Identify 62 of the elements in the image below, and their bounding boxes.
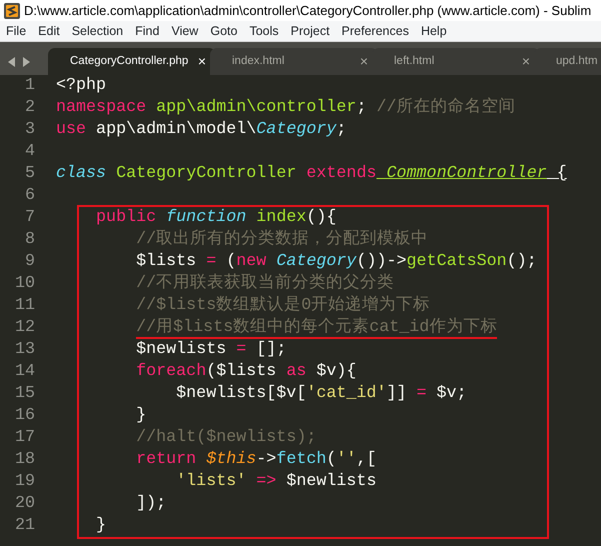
line-number: 1 <box>24 75 35 97</box>
menu-item[interactable]: Edit <box>32 22 66 40</box>
code-line: ]); <box>135 493 168 515</box>
line-number: 17 <box>14 427 35 449</box>
line-number: 11 <box>14 295 35 317</box>
code-line: //halt($newlists); <box>135 427 318 449</box>
line-number: 9 <box>24 251 35 273</box>
line-number: 18 <box>14 449 35 471</box>
code-line: <?php <box>56 75 108 97</box>
menu-item[interactable]: Help <box>414 22 453 40</box>
code-line: $newlists[$v['cat_id']] = $v; <box>175 383 468 405</box>
menu-item[interactable]: Find <box>129 22 166 40</box>
code-line: //取出所有的分类数据，分配到模板中 <box>135 229 430 251</box>
right-arrow-icon[interactable] <box>23 57 30 67</box>
menu-item[interactable]: Preferences <box>336 22 415 40</box>
app-icon <box>4 2 20 18</box>
code-line: //不用联表获取当前分类的父分类 <box>135 273 396 295</box>
left-arrow-icon[interactable] <box>8 57 15 67</box>
line-number: 7 <box>24 207 35 229</box>
line-number: 16 <box>14 405 35 427</box>
tab-label: index.html <box>232 54 284 69</box>
code-line: //用$lists数组中的每个元素cat_id作为下标 <box>135 317 498 339</box>
window-title: D:\www.article.com\application\admin\controller\CategoryController.php (www.article.com) - Sublim <box>24 2 592 20</box>
code-line: } <box>135 405 148 427</box>
line-number: 13 <box>14 339 35 361</box>
tab-label: left.html <box>394 54 434 69</box>
tab-label: upd.htm <box>556 54 598 69</box>
code-line: use app\admin\model\Category; <box>56 119 348 141</box>
line-number: 4 <box>24 141 35 163</box>
code-line: } <box>95 515 108 537</box>
code-line: $lists = (new Category())->getCatsSon(); <box>135 251 538 273</box>
code-line: $newlists = []; <box>135 339 288 361</box>
menu-item[interactable]: Project <box>284 22 336 40</box>
line-number: 6 <box>24 185 35 207</box>
code-line: namespace app\admin\controller; //所在的命名空间 <box>56 97 516 119</box>
close-icon[interactable]: × <box>360 51 368 72</box>
line-number: 10 <box>14 273 35 295</box>
tab[interactable]: upd.htm <box>534 48 601 75</box>
code-line: foreach($lists as $v){ <box>135 361 358 383</box>
code-line: return $this->fetch('',[ <box>135 449 378 471</box>
line-number: 19 <box>14 471 35 493</box>
menu-item[interactable]: File <box>0 22 32 40</box>
code-line: //$lists数组默认是0开始递增为下标 <box>135 295 432 317</box>
line-number: 2 <box>24 97 35 119</box>
line-number: 12 <box>14 317 35 339</box>
line-number: 8 <box>24 229 35 251</box>
tab-label: CategoryController.php <box>70 54 188 69</box>
line-number: 15 <box>14 383 35 405</box>
menu-item[interactable]: Goto <box>204 22 244 40</box>
menu-item[interactable]: Tools <box>243 22 285 40</box>
close-icon[interactable]: × <box>198 51 206 72</box>
menu-item[interactable]: View <box>165 22 204 40</box>
code-line: class CategoryController extends CommonController { <box>56 163 568 185</box>
code-line: 'lists' => $newlists <box>175 471 378 493</box>
line-number: 14 <box>14 361 35 383</box>
line-number: 21 <box>14 515 35 537</box>
menu-item[interactable]: Selection <box>66 22 130 40</box>
line-number: 20 <box>14 493 35 515</box>
close-icon[interactable]: × <box>522 51 530 72</box>
line-number: 5 <box>24 163 35 185</box>
code-line: public function index(){ <box>95 207 338 229</box>
line-number: 3 <box>24 119 35 141</box>
